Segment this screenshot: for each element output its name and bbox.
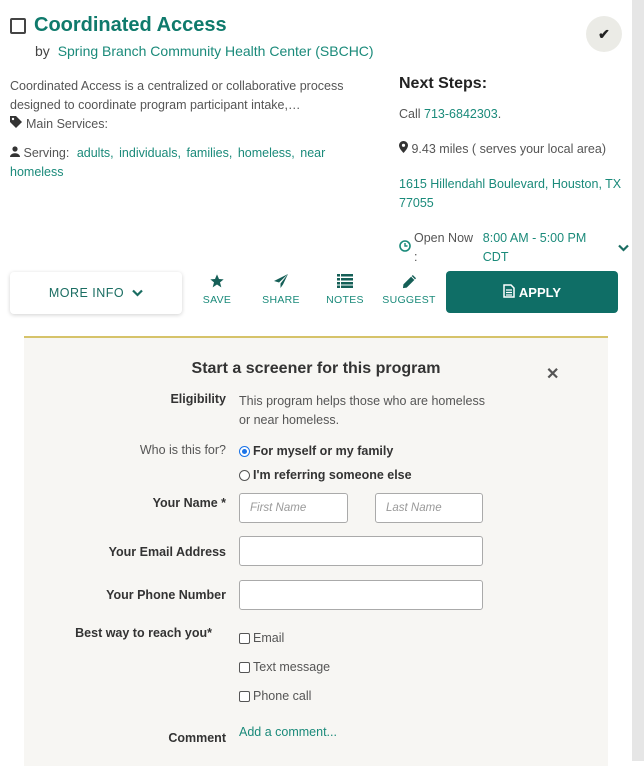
last-name-input[interactable]: [375, 493, 483, 523]
select-program-checkbox[interactable]: [10, 17, 26, 34]
suggest-button[interactable]: SUGGEST: [381, 272, 437, 306]
hours-row[interactable]: Open Now : 8:00 AM - 5:00 PM CDT: [399, 229, 629, 267]
checkbox-label: Email: [253, 631, 285, 645]
email-label: Your Email Address: [108, 545, 226, 559]
distance-row: 9.43 miles ( serves your local area): [399, 140, 629, 159]
email-input[interactable]: [239, 536, 483, 566]
program-header: Coordinated Access by Spring Branch Comm…: [10, 14, 374, 59]
pencil-icon: [381, 272, 437, 290]
mark-complete-button[interactable]: ✔: [586, 16, 622, 52]
checkmark-icon: ✔: [598, 25, 610, 42]
call-suffix: .: [497, 107, 502, 121]
radio-selected[interactable]: [239, 445, 250, 457]
reach-label: Best way to reach you*: [75, 626, 212, 640]
serving-tag[interactable]: individuals,: [119, 146, 181, 160]
checkbox-text-message[interactable]: Text message: [239, 660, 330, 674]
provider-byline: by Spring Branch Community Health Center…: [35, 43, 374, 59]
checkbox[interactable]: [239, 690, 250, 702]
document-icon: [503, 283, 515, 301]
provider-link[interactable]: Spring Branch Community Health Center (S…: [58, 43, 374, 59]
tag-icon: [10, 115, 22, 134]
serving-tag[interactable]: families,: [186, 146, 232, 160]
chevron-down-icon[interactable]: [618, 239, 629, 258]
phone-input[interactable]: [239, 580, 483, 610]
address-row: 1615 Hillendahl Boulevard, Houston, TX 7…: [399, 175, 629, 213]
eligibility-label: Eligibility: [170, 392, 226, 406]
radio-for-myself[interactable]: For myself or my family: [239, 444, 393, 458]
save-button[interactable]: SAVE: [189, 272, 245, 306]
user-icon: [10, 146, 23, 160]
add-comment-link[interactable]: Add a comment...: [239, 725, 337, 739]
by-label: by: [35, 43, 50, 59]
radio-referring[interactable]: I'm referring someone else: [239, 468, 412, 482]
notes-button[interactable]: NOTES: [317, 272, 373, 306]
serving-label: Serving:: [23, 146, 70, 160]
notes-label: NOTES: [326, 294, 364, 306]
eligibility-text: This program helps those who are homeles…: [239, 394, 485, 427]
list-icon: [317, 272, 373, 290]
checkbox-label: Text message: [253, 660, 331, 674]
suggest-label: SUGGEST: [382, 294, 436, 306]
phone-link[interactable]: 713-6842303: [424, 107, 498, 121]
comment-label: Comment: [168, 731, 226, 745]
distance-text: 9.43 miles ( serves your local area): [411, 142, 607, 156]
serving-list: Serving: adults, individuals, families, …: [10, 144, 360, 182]
save-label: SAVE: [202, 294, 232, 306]
name-label: Your Name *: [152, 496, 226, 510]
checkbox[interactable]: [239, 661, 250, 673]
program-title[interactable]: Coordinated Access: [34, 14, 227, 37]
call-row: Call 713-6842303.: [399, 105, 629, 124]
hours-text: 8:00 AM - 5:00 PM CDT: [482, 231, 587, 264]
scrollbar[interactable]: [632, 0, 644, 761]
next-steps: Next Steps: Call 713-6842303. 9.43 miles…: [399, 75, 629, 283]
paper-plane-icon: [253, 272, 309, 290]
apply-button[interactable]: APPLY: [446, 271, 618, 313]
checkbox-email[interactable]: Email: [239, 631, 284, 645]
chevron-down-icon: [132, 286, 143, 300]
radio-label: For myself or my family: [253, 444, 394, 458]
close-icon[interactable]: ✕: [546, 364, 559, 384]
share-button[interactable]: SHARE: [253, 272, 309, 306]
address-link[interactable]: 1615 Hillendahl Boulevard, Houston, TX 7…: [399, 177, 621, 210]
more-info-label: MORE INFO: [48, 286, 125, 300]
checkbox[interactable]: [239, 632, 250, 644]
program-description-block: Coordinated Access is a centralized or c…: [10, 77, 360, 182]
clock-icon: [399, 239, 411, 258]
first-name-input[interactable]: [239, 493, 348, 523]
next-steps-heading: Next Steps:: [399, 75, 488, 92]
main-services: Main Services:: [10, 115, 360, 134]
serving-tag[interactable]: adults,: [77, 146, 114, 160]
apply-label: APPLY: [518, 284, 562, 300]
star-icon: [189, 272, 245, 290]
radio-label: I'm referring someone else: [253, 468, 412, 482]
serving-tag[interactable]: homeless,: [238, 146, 295, 160]
program-description: Coordinated Access is a centralized or c…: [10, 79, 344, 112]
more-info-button[interactable]: MORE INFO: [10, 272, 182, 314]
checkbox-phone-call[interactable]: Phone call: [239, 689, 311, 703]
call-label: Call: [399, 107, 421, 121]
screener-panel: Start a screener for this program ✕ Elig…: [24, 336, 608, 766]
screener-title: Start a screener for this program: [191, 360, 441, 377]
map-marker-icon: [399, 141, 411, 156]
who-label: Who is this for?: [139, 443, 226, 457]
radio-unselected[interactable]: [239, 469, 250, 481]
open-status: Open Now :: [414, 231, 474, 264]
share-label: SHARE: [262, 294, 300, 306]
phone-label: Your Phone Number: [106, 588, 226, 602]
main-services-label: Main Services:: [26, 117, 108, 131]
checkbox-label: Phone call: [253, 689, 312, 703]
